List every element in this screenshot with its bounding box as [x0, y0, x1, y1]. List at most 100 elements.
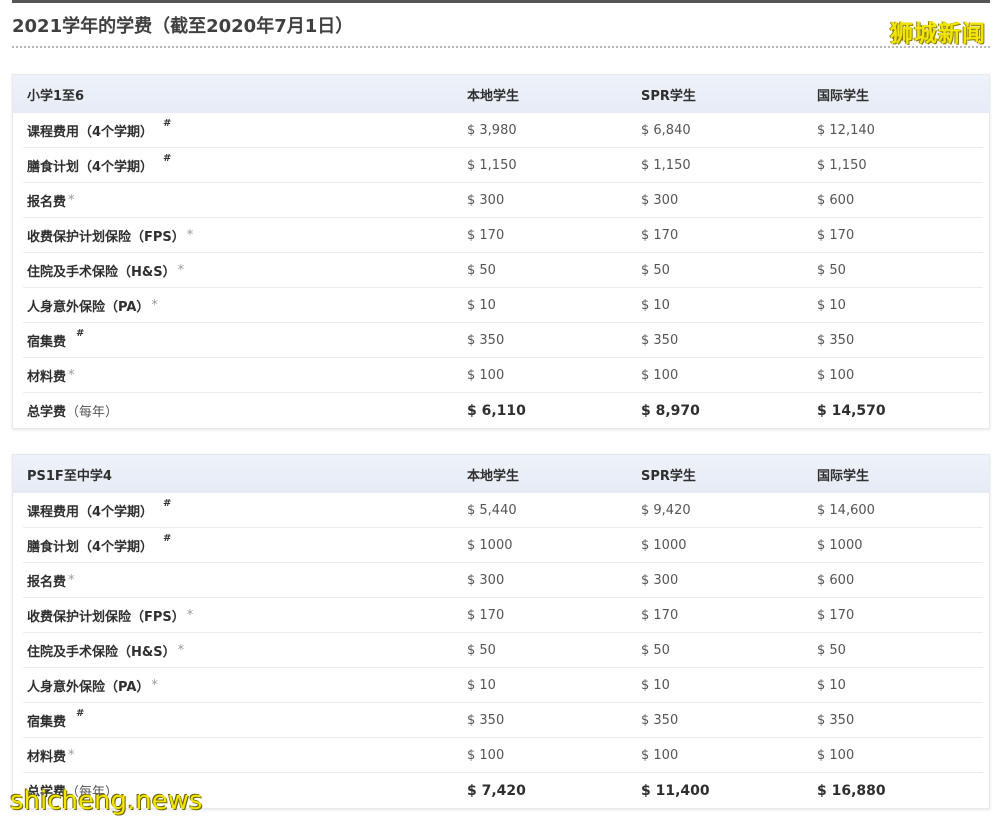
header-spr: SPR学生 — [641, 468, 696, 484]
table-row: 膳食计划（4个学期） # $ 1,150 $ 1,150 $ 1,150 — [13, 148, 989, 183]
cell-local: $ 1000 — [467, 538, 513, 553]
cell-spr: $ 9,420 — [641, 503, 691, 518]
cell-spr: $ 170 — [641, 608, 679, 623]
cell-intl: $ 170 — [817, 228, 855, 243]
label-text: 课程费用（4个学期） — [27, 505, 154, 520]
cell-intl: $ 600 — [817, 193, 855, 208]
cell-spr: $ 1000 — [641, 538, 687, 553]
table-row: 收费保护计划保险（FPS） * $ 170 $ 170 $ 170 — [13, 598, 989, 633]
total-local: $ 6,110 — [467, 402, 526, 419]
label-text: 膳食计划（4个学期） — [27, 160, 154, 175]
cell-spr: $ 100 — [641, 368, 679, 383]
cell-local: $ 5,440 — [467, 503, 517, 518]
cell-spr: $ 350 — [641, 713, 679, 728]
header-spr: SPR学生 — [641, 88, 696, 104]
footnote-mark: # — [163, 498, 172, 509]
cell-spr: $ 300 — [641, 193, 679, 208]
table-row: 人身意外保险（PA） * $ 10 $ 10 $ 10 — [13, 668, 989, 703]
label-text: 宿集费 — [27, 335, 67, 350]
table-row: 人身意外保险（PA） * $ 10 $ 10 $ 10 — [13, 288, 989, 323]
total-label: 总学费 （每年） — [27, 393, 118, 428]
footnote-mark: * — [151, 678, 158, 693]
footnote-mark: # — [76, 328, 85, 339]
label-text: 材料费 — [27, 370, 67, 385]
row-label: 报名费 * — [27, 183, 75, 218]
cell-intl: $ 12,140 — [817, 123, 875, 138]
cell-intl: $ 50 — [817, 263, 846, 278]
table-row: 材料费 * $ 100 $ 100 $ 100 — [13, 738, 989, 773]
footnote-mark: * — [177, 643, 185, 658]
total-intl: $ 14,570 — [817, 402, 886, 419]
header-local: 本地学生 — [467, 468, 520, 484]
footnote-mark: # — [163, 153, 172, 164]
cell-intl: $ 1000 — [817, 538, 863, 553]
table-row: 材料费 * $ 100 $ 100 $ 100 — [13, 358, 989, 393]
row-label: 住院及手术保险（H&S） * — [27, 253, 184, 288]
cell-spr: $ 10 — [641, 678, 670, 693]
table-row: 收费保护计划保险（FPS） * $ 170 $ 170 $ 170 — [13, 218, 989, 253]
cell-intl: $ 50 — [817, 643, 846, 658]
cell-local: $ 300 — [467, 193, 505, 208]
row-label: 膳食计划（4个学期） # — [27, 528, 171, 563]
label-text: 收费保护计划保险（FPS） — [27, 230, 185, 245]
header-intl: 国际学生 — [817, 88, 870, 104]
label-text: 报名费 — [27, 195, 67, 210]
table-row: 课程费用（4个学期） # $ 3,980 $ 6,840 $ 12,140 — [13, 113, 989, 148]
total-local: $ 7,420 — [467, 782, 526, 799]
row-label: 收费保护计划保险（FPS） * — [27, 598, 193, 633]
footnote-mark: * — [68, 193, 75, 208]
cell-intl: $ 170 — [817, 608, 855, 623]
label-text: 人身意外保险（PA） — [27, 680, 150, 695]
footnote-mark: # — [163, 533, 172, 544]
cell-intl: $ 100 — [817, 748, 855, 763]
cell-spr: $ 170 — [641, 228, 679, 243]
header-level: PS1F至中学4 — [27, 468, 112, 484]
label-text: 收费保护计划保险（FPS） — [27, 610, 185, 625]
table-row: 课程费用（4个学期） # $ 5,440 $ 9,420 $ 14,600 — [13, 493, 989, 528]
label-text: 膳食计划（4个学期） — [27, 540, 154, 555]
label-text: 报名费 — [27, 575, 67, 590]
cell-local: $ 350 — [467, 713, 505, 728]
cell-intl: $ 14,600 — [817, 503, 875, 518]
row-label: 宿集费 # — [27, 323, 84, 358]
cell-local: $ 170 — [467, 228, 505, 243]
cell-intl: $ 350 — [817, 713, 855, 728]
cell-intl: $ 10 — [817, 298, 846, 313]
header-level: 小学1至6 — [27, 88, 85, 104]
table-header: 小学1至6 本地学生 SPR学生 国际学生 — [13, 75, 989, 113]
top-border — [12, 0, 990, 3]
cell-spr: $ 50 — [641, 263, 670, 278]
cell-intl: $ 10 — [817, 678, 846, 693]
row-label: 报名费 * — [27, 563, 75, 598]
cell-spr: $ 50 — [641, 643, 670, 658]
cell-intl: $ 100 — [817, 368, 855, 383]
row-label: 收费保护计划保险（FPS） * — [27, 218, 193, 253]
header-local: 本地学生 — [467, 88, 520, 104]
cell-spr: $ 6,840 — [641, 123, 691, 138]
cell-intl: $ 350 — [817, 333, 855, 348]
table-header: PS1F至中学4 本地学生 SPR学生 国际学生 — [13, 455, 989, 493]
table-row: 宿集费 # $ 350 $ 350 $ 350 — [13, 703, 989, 738]
cell-local: $ 1,150 — [467, 158, 517, 173]
cell-local: $ 50 — [467, 643, 496, 658]
row-label: 住院及手术保险（H&S） * — [27, 633, 184, 668]
cell-spr: $ 350 — [641, 333, 679, 348]
footnote-mark: # — [163, 118, 172, 129]
cell-local: $ 3,980 — [467, 123, 517, 138]
cell-spr: $ 300 — [641, 573, 679, 588]
page-title: 2021学年的学费（截至2020年7月1日） — [12, 16, 354, 37]
label-text: 材料费 — [27, 750, 67, 765]
cell-local: $ 300 — [467, 573, 505, 588]
row-label: 材料费 * — [27, 358, 75, 393]
row-label: 人身意外保险（PA） * — [27, 668, 158, 703]
label-text: 住院及手术保险（H&S） — [27, 265, 176, 280]
table-row: 报名费 * $ 300 $ 300 $ 600 — [13, 183, 989, 218]
title-divider — [12, 46, 990, 48]
cell-local: $ 10 — [467, 298, 496, 313]
cell-local: $ 100 — [467, 748, 505, 763]
footnote-mark: * — [151, 298, 158, 313]
footnote-mark: * — [186, 608, 194, 623]
footnote-mark: * — [68, 573, 75, 588]
footnote-mark: * — [186, 228, 194, 243]
row-label: 宿集费 # — [27, 703, 84, 738]
